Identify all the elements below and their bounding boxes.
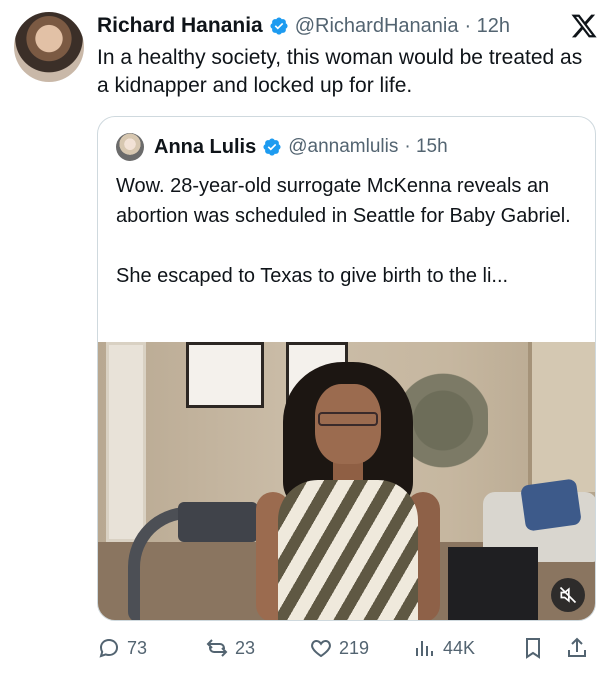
share-icon: [568, 637, 586, 657]
quoted-tweet[interactable]: Anna Lulis @annamlulis · 15h Wow. 28-yea…: [97, 116, 596, 621]
verified-badge-icon: [270, 17, 288, 35]
tweet-header: Richard Hanania @RichardHanania · 12h: [97, 10, 597, 42]
views-icon: [416, 641, 433, 656]
tweet-text: In a healthy society, this woman would b…: [97, 46, 583, 97]
author-handle[interactable]: @RichardHanania: [295, 15, 459, 38]
author-name[interactable]: Richard Hanania: [97, 14, 263, 38]
like-button[interactable]: 219: [309, 632, 369, 664]
author-avatar[interactable]: [14, 12, 84, 82]
action-bar: 73 23 219 44K: [97, 632, 597, 664]
reply-button[interactable]: 73: [97, 632, 147, 664]
views-count: 44K: [443, 637, 476, 658]
like-count: 219: [339, 637, 370, 658]
repost-count: 23: [235, 637, 256, 658]
verified-badge-icon: [263, 138, 281, 156]
repost-icon: [206, 639, 228, 657]
mute-button[interactable]: [551, 578, 585, 612]
quote-header: Anna Lulis @annamlulis · 15h: [116, 133, 448, 161]
quote-text: Wow. 28-year-old surrogate McKenna revea…: [116, 175, 571, 287]
bookmark-icon: [526, 638, 540, 659]
views-button[interactable]: 44K: [413, 632, 475, 664]
video-subject: [248, 362, 448, 620]
mute-icon: [559, 586, 577, 604]
x-logo-icon: [571, 14, 597, 38]
bookmark-button[interactable]: [521, 632, 545, 664]
quote-time[interactable]: · 15h: [404, 136, 447, 158]
quote-author-name[interactable]: Anna Lulis: [154, 136, 256, 159]
quote-author-handle[interactable]: @annamlulis: [288, 136, 398, 158]
tweet-time[interactable]: · 12h: [464, 15, 510, 38]
video-player[interactable]: [98, 342, 595, 620]
like-icon: [311, 639, 331, 658]
repost-button[interactable]: 23: [205, 632, 255, 664]
reply-count: 73: [127, 637, 148, 658]
share-button[interactable]: [565, 632, 589, 664]
reply-icon: [99, 638, 119, 658]
quote-author-avatar[interactable]: [116, 133, 144, 161]
